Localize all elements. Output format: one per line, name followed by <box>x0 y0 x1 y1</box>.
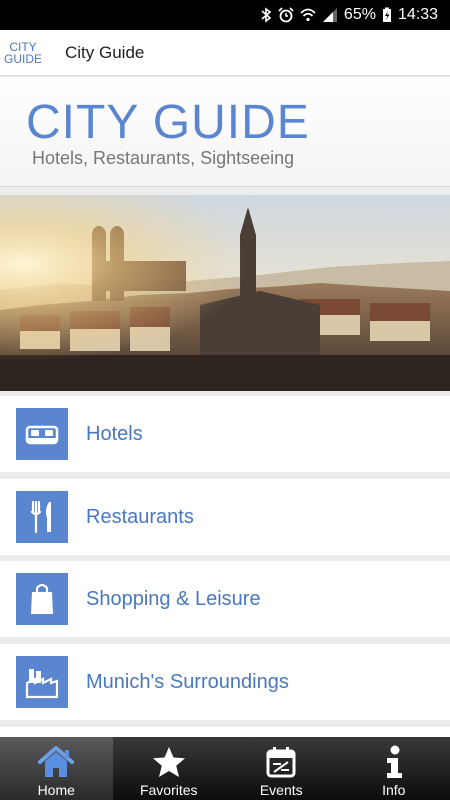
wifi-icon <box>300 7 316 23</box>
factory-icon <box>16 656 68 708</box>
menu-label: Hotels <box>86 422 143 445</box>
tab-label: Favorites <box>139 782 198 798</box>
tab-info[interactable]: Info <box>338 737 450 800</box>
bottom-tab-bar: Home Favorites Events Info <box>0 737 450 800</box>
home-icon <box>36 744 76 780</box>
app-logo[interactable]: CITY GUIDE <box>1 30 45 75</box>
menu-item-restaurants[interactable]: Restaurants <box>0 479 450 555</box>
tab-home[interactable]: Home <box>0 737 113 800</box>
city-skyline-image <box>0 195 450 391</box>
logo-line-1: CITY <box>9 39 37 54</box>
alarm-icon <box>278 7 294 23</box>
signal-icon <box>322 7 338 23</box>
header-subtitle: Hotels, Restaurants, Sightseeing <box>32 148 295 168</box>
bed-icon <box>16 408 68 460</box>
tab-events[interactable]: Events <box>225 737 338 800</box>
menu-item-munichs-surroundings[interactable]: Munich's Surroundings <box>0 644 450 720</box>
star-icon <box>152 744 186 780</box>
menu-label: Shopping & Leisure <box>86 587 261 610</box>
calendar-icon <box>265 744 297 780</box>
tab-label: Home <box>37 782 75 798</box>
battery-charging-icon <box>382 7 392 23</box>
tab-favorites[interactable]: Favorites <box>113 737 226 800</box>
menu-label: Restaurants <box>86 505 194 528</box>
info-icon <box>383 744 405 780</box>
clock-time: 14:33 <box>397 6 438 23</box>
battery-percent: 65% <box>343 6 376 23</box>
app-title: City Guide <box>65 42 145 62</box>
status-bar: 65% 14:33 <box>0 0 450 30</box>
logo-line-2: GUIDE <box>3 51 42 66</box>
menu-item-hotels[interactable]: Hotels <box>0 396 450 472</box>
bluetooth-icon <box>260 7 272 23</box>
tab-label: Events <box>259 782 303 798</box>
menu-item-shopping-leisure[interactable]: Shopping & Leisure <box>0 561 450 637</box>
app-bar: CITY GUIDE City Guide <box>0 30 450 76</box>
tab-label: Info <box>382 782 406 798</box>
menu-label: Munich's Surroundings <box>86 670 289 693</box>
fork-knife-icon <box>16 491 68 543</box>
shopping-bag-icon <box>16 573 68 625</box>
header-title: CITY GUIDE <box>26 96 310 149</box>
header-banner: CITY GUIDE Hotels, Restaurants, Sightsee… <box>0 77 450 187</box>
